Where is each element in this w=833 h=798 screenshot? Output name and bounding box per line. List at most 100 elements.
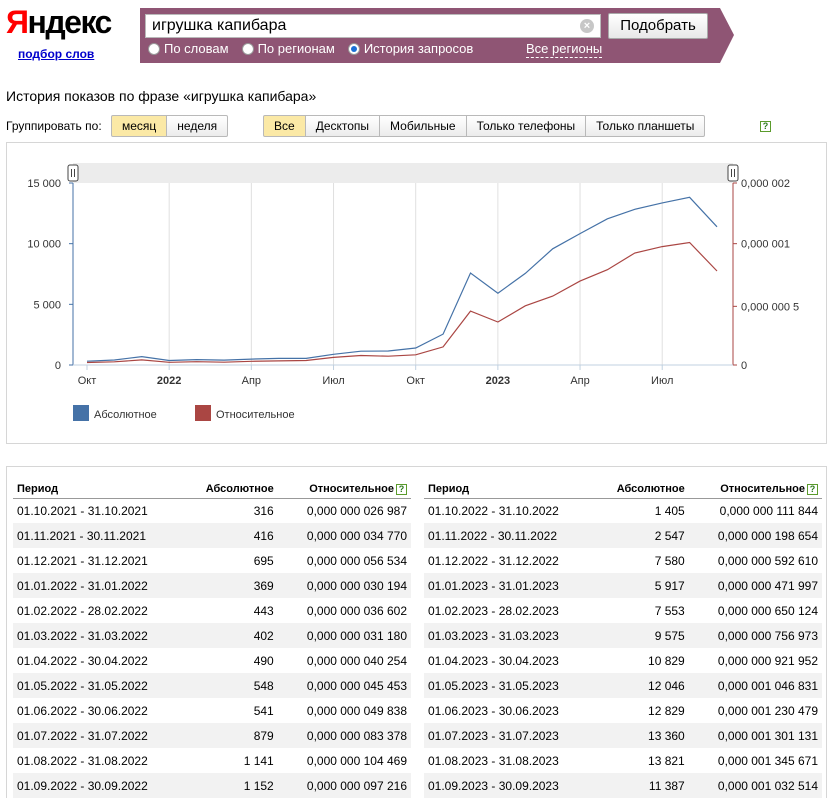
absolute-cell: 1 405 xyxy=(654,503,685,518)
absolute-cell: 12 829 xyxy=(648,703,685,718)
table-header-row: Период Абсолютное Относительное? xyxy=(13,481,411,499)
relative-cell: 0,000 000 198 654 xyxy=(688,523,822,548)
column-header: Относительное? xyxy=(688,481,822,499)
group-option-button[interactable]: месяц xyxy=(111,115,168,137)
absolute-cell: 5 917 xyxy=(595,573,689,598)
relative-cell: 0,000 000 040 254 xyxy=(306,653,407,668)
absolute-cell: 1 152 xyxy=(184,773,278,798)
series-line-absolute xyxy=(86,196,718,362)
table-row: 01.02.2023 - 28.02.2023 7 553 0,000 000 65… xyxy=(424,598,822,623)
device-option-button[interactable]: Мобильные xyxy=(380,115,467,137)
x-tick-label: Апр xyxy=(570,375,589,387)
table-row: 01.01.2022 - 31.01.2022 369 0,000 000 030 … xyxy=(13,573,411,598)
help-icon[interactable]: ? xyxy=(396,484,407,496)
table-row: 01.06.2022 - 30.06.2022 541 0,000 000 049 … xyxy=(13,698,411,723)
absolute-cell: 416 xyxy=(184,523,278,548)
radio-dot[interactable] xyxy=(347,42,360,55)
regions-link[interactable]: Все регионы xyxy=(526,41,603,58)
period-cell: 01.02.2023 - 28.02.2023 xyxy=(428,603,559,618)
device-option-button[interactable]: Только планшеты xyxy=(586,115,706,137)
search-bar-arrow xyxy=(720,8,734,63)
absolute-cell: 12 046 xyxy=(595,673,689,698)
relative-cell: 0,000 000 049 838 xyxy=(306,703,407,718)
column-header: Период xyxy=(424,481,596,499)
range-navigator xyxy=(73,163,733,183)
relative-cell: 0,000 000 026 987 xyxy=(306,503,407,518)
submit-button[interactable]: Подобрать xyxy=(608,13,708,39)
history-table-right: Период Абсолютное Относительное? 01.10.2022… xyxy=(424,481,822,798)
range-handle[interactable] xyxy=(67,164,79,182)
absolute-cell: 695 xyxy=(253,553,274,568)
relative-cell: 0,000 000 650 124 xyxy=(717,603,818,618)
radio-dot[interactable] xyxy=(241,42,254,55)
help-icon[interactable]: ? xyxy=(807,484,818,496)
period-cell: 01.10.2021 - 31.10.2021 xyxy=(17,503,148,518)
table-row: 01.04.2023 - 30.04.2023 10 829 0,000 000 9… xyxy=(424,648,822,673)
relative-cell: 0,000 000 921 952 xyxy=(717,653,818,668)
legend-label: Относительное xyxy=(216,409,295,421)
relative-cell: 0,000 000 756 973 xyxy=(688,623,822,648)
period-cell: 01.07.2023 - 31.07.2023 xyxy=(424,723,596,748)
column-header: Период xyxy=(13,481,185,499)
period-cell: 01.05.2022 - 31.05.2022 xyxy=(13,673,185,698)
period-cell: 01.12.2022 - 31.12.2022 xyxy=(428,553,559,568)
column-header: Относительное? xyxy=(277,481,411,499)
table-row: 01.03.2022 - 31.03.2022 402 0,000 000 031 … xyxy=(13,623,411,648)
device-option-button[interactable]: Десктопы xyxy=(305,115,381,137)
table-row: 01.05.2023 - 31.05.2023 12 046 0,000 001 0… xyxy=(424,673,822,698)
period-cell: 01.06.2022 - 30.06.2022 xyxy=(17,703,148,718)
relative-cell: 0,000 000 471 997 xyxy=(688,573,822,598)
period-cell: 01.01.2023 - 31.01.2023 xyxy=(424,573,596,598)
period-cell: 01.11.2022 - 30.11.2022 xyxy=(424,523,596,548)
x-tick-label: Апр xyxy=(242,375,261,387)
absolute-cell: 316 xyxy=(253,503,274,518)
series-line-relative xyxy=(86,241,718,364)
absolute-cell: 402 xyxy=(184,623,278,648)
radio-option[interactable]: По регионам xyxy=(241,41,335,56)
y-right-tick-label: 0,000 001 xyxy=(741,239,790,251)
yandex-logo[interactable]: Яндекс xyxy=(6,4,112,44)
radio-label: По словам xyxy=(164,41,229,56)
device-option-button[interactable]: Все xyxy=(263,115,306,137)
relative-cell: 0,000 000 083 378 xyxy=(277,723,411,748)
search-mode-radios: По словам По регионам История запросов xyxy=(148,41,486,56)
period-cell: 01.10.2022 - 31.10.2022 xyxy=(428,503,559,518)
period-cell: 01.02.2022 - 28.02.2022 xyxy=(17,603,148,618)
period-cell: 01.08.2022 - 31.08.2022 xyxy=(17,753,148,768)
x-tick-label: 2022 xyxy=(157,375,181,387)
logo-text: Яндекс xyxy=(6,4,112,40)
device-option-button[interactable]: Только телефоны xyxy=(466,115,587,137)
period-cell: 01.03.2022 - 31.03.2022 xyxy=(13,623,185,648)
clear-icon[interactable]: × xyxy=(580,19,594,33)
search-input[interactable]: игрушка капибара xyxy=(145,14,601,38)
absolute-cell: 548 xyxy=(184,673,278,698)
chart-panel: 15 000 10 000 5 000 0 0,000 002 0,000 001 0,00… xyxy=(6,142,827,444)
x-tick-label: Июл xyxy=(651,375,673,387)
period-cell: 01.11.2021 - 30.11.2021 xyxy=(13,523,185,548)
help-icon[interactable]: ? xyxy=(760,121,771,132)
range-handle[interactable] xyxy=(727,164,739,182)
table-row: 01.12.2021 - 31.12.2021 695 0,000 000 056 … xyxy=(13,548,411,573)
radio-dot[interactable] xyxy=(148,42,160,55)
absolute-cell: 2 547 xyxy=(595,523,689,548)
relative-cell: 0,000 001 032 514 xyxy=(688,773,822,798)
y-right-tick-label: 0,000 002 xyxy=(741,178,790,190)
relative-cell: 0,000 000 036 602 xyxy=(306,603,407,618)
period-cell: 01.08.2023 - 31.08.2023 xyxy=(428,753,559,768)
wordstat-link[interactable]: подбор слов xyxy=(18,47,94,61)
page-title: История показов по фразе «игрушка капиба… xyxy=(6,88,317,104)
relative-cell: 0,000 000 592 610 xyxy=(717,553,818,568)
column-header: Абсолютное xyxy=(184,481,278,499)
group-option-button[interactable]: неделя xyxy=(167,115,229,137)
x-tick-label: 2023 xyxy=(486,375,510,387)
period-cell: 01.09.2023 - 30.09.2023 xyxy=(424,773,596,798)
radio-option[interactable]: История запросов xyxy=(347,41,473,56)
absolute-cell: 13 360 xyxy=(595,723,689,748)
period-cell: 01.04.2023 - 30.04.2023 xyxy=(428,653,559,668)
radio-option[interactable]: По словам xyxy=(148,41,229,56)
table-row: 01.06.2023 - 30.06.2023 12 829 0,000 001 2… xyxy=(424,698,822,723)
period-cell: 01.03.2023 - 31.03.2023 xyxy=(424,623,596,648)
table-row: 01.12.2022 - 31.12.2022 7 580 0,000 000 59… xyxy=(424,548,822,573)
table-row: 01.07.2023 - 31.07.2023 13 360 0,000 001 3… xyxy=(424,723,822,748)
absolute-cell: 9 575 xyxy=(595,623,689,648)
